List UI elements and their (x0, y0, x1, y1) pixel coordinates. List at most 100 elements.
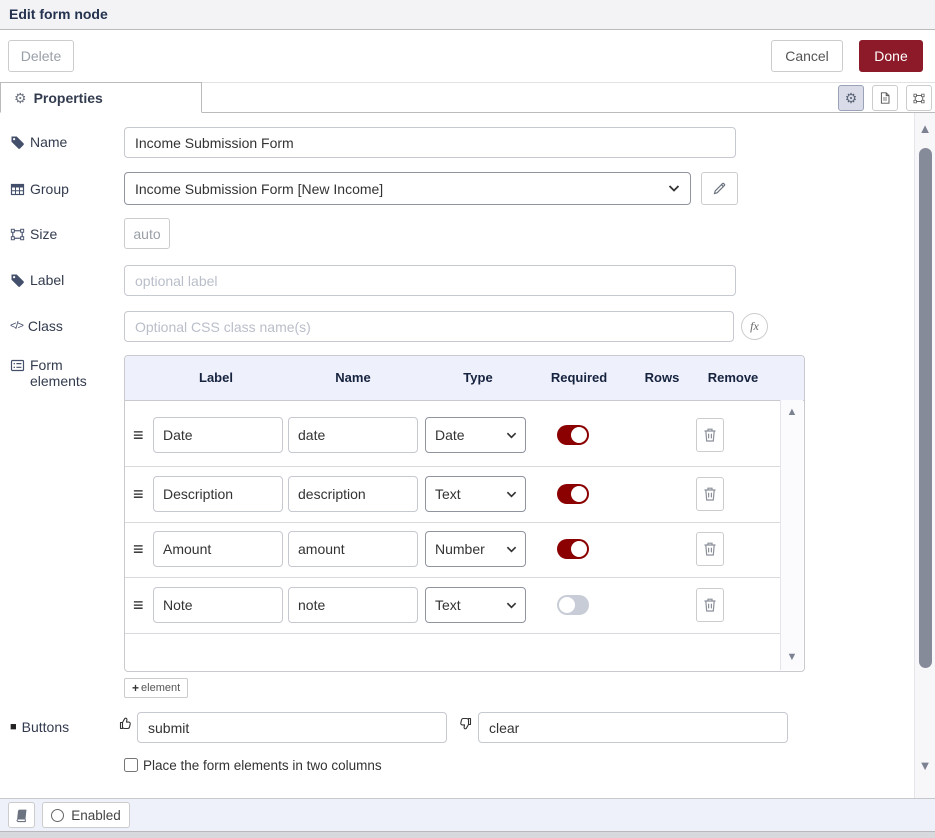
two-columns-label: Place the form elements in two columns (143, 758, 382, 773)
chevron-down-icon (506, 546, 517, 553)
properties-panel-button[interactable]: ⚙ (838, 85, 864, 111)
name-field-label: Name (10, 134, 67, 150)
file-icon (879, 90, 891, 106)
background-strip (0, 832, 935, 838)
row-divider (125, 466, 781, 467)
tag-icon (10, 135, 25, 150)
drag-handle-icon[interactable]: ≡ (133, 540, 144, 558)
book-icon (15, 808, 28, 823)
add-element-button[interactable]: + element (124, 678, 188, 698)
remove-row-button[interactable] (696, 477, 724, 511)
element-name-input[interactable] (288, 476, 418, 512)
done-button[interactable]: Done (859, 40, 923, 72)
drag-handle-icon[interactable]: ≡ (133, 485, 144, 503)
fx-icon: fx (750, 319, 759, 334)
enabled-toggle-button[interactable]: Enabled (42, 802, 130, 828)
element-name-input[interactable] (288, 417, 418, 453)
row-divider (125, 522, 781, 523)
remove-row-button[interactable] (696, 418, 724, 452)
scrollbar-thumb[interactable] (919, 148, 932, 668)
required-toggle[interactable] (557, 484, 589, 504)
element-type-select[interactable]: Text (425, 476, 526, 512)
size-field-label: Size (10, 226, 57, 242)
scroll-up-icon[interactable]: ▲ (919, 122, 932, 135)
remove-row-button[interactable] (696, 588, 724, 622)
scroll-up-icon[interactable]: ▲ (787, 407, 798, 418)
object-group-icon (913, 91, 925, 106)
table-scrollbar[interactable]: ▲ ▼ (780, 400, 803, 670)
two-columns-checkbox[interactable] (124, 758, 138, 772)
name-input[interactable] (124, 127, 736, 158)
thumbs-down-icon (457, 716, 472, 731)
element-name-input[interactable] (288, 531, 418, 567)
dialog-header: Edit form node (0, 0, 935, 30)
code-icon: </> (10, 320, 23, 332)
drag-handle-icon[interactable]: ≡ (133, 596, 144, 614)
chevron-down-icon (506, 432, 517, 439)
element-label-input[interactable] (153, 587, 283, 623)
required-toggle[interactable] (557, 595, 589, 615)
list-alt-icon (10, 358, 25, 373)
row-divider (125, 577, 781, 578)
edit-group-button[interactable] (701, 172, 738, 205)
column-header-remove: Remove (708, 370, 759, 385)
element-name-input[interactable] (288, 587, 418, 623)
form-elements-label: Form elements (10, 357, 110, 389)
class-input[interactable] (124, 311, 734, 342)
object-group-icon (10, 227, 25, 242)
thumbs-up-icon (119, 716, 134, 731)
enabled-radio-icon (51, 809, 64, 822)
buttons-field-label: ■ Buttons (10, 719, 69, 735)
scroll-down-icon[interactable]: ▼ (787, 652, 798, 663)
scroll-down-icon[interactable]: ▼ (919, 759, 932, 772)
tag-icon (10, 273, 25, 288)
chevron-down-icon (506, 602, 517, 609)
fx-expression-button[interactable]: fx (741, 313, 768, 340)
form-elements-table: Label Name Type Required Rows Remove ≡ D… (124, 355, 805, 672)
node-help-button[interactable] (8, 802, 35, 828)
trash-icon (703, 597, 717, 613)
element-type-select[interactable]: Text (425, 587, 526, 623)
element-label-input[interactable] (153, 476, 283, 512)
plus-icon: + (132, 681, 139, 695)
required-toggle[interactable] (557, 539, 589, 559)
drag-handle-icon[interactable]: ≡ (133, 426, 144, 444)
label-input[interactable] (124, 265, 736, 296)
gear-icon: ⚙ (845, 90, 858, 107)
table-icon (10, 182, 25, 197)
dialog-title: Edit form node (9, 6, 108, 22)
required-toggle[interactable] (557, 425, 589, 445)
column-header-name: Name (335, 370, 370, 385)
gear-icon: ⚙ (14, 91, 27, 105)
element-type-select[interactable]: Number (425, 531, 526, 567)
group-field-label: Group (10, 181, 69, 197)
column-header-type: Type (463, 370, 492, 385)
label-field-label: Label (10, 272, 64, 288)
submit-button-text-input[interactable] (137, 712, 447, 743)
trash-icon (703, 486, 717, 502)
dialog-scrollbar[interactable]: ▲ ▼ (914, 113, 935, 798)
element-type-select[interactable]: Date (425, 417, 526, 453)
element-label-input[interactable] (153, 531, 283, 567)
trash-icon (703, 427, 717, 443)
table-header: Label Name Type Required Rows Remove (125, 356, 804, 401)
element-label-input[interactable] (153, 417, 283, 453)
remove-row-button[interactable] (696, 532, 724, 566)
cancel-button[interactable]: Cancel (771, 40, 843, 72)
pencil-icon (712, 181, 727, 196)
column-header-rows: Rows (645, 370, 680, 385)
tab-properties[interactable]: ⚙ Properties (0, 82, 202, 113)
column-header-required: Required (551, 370, 607, 385)
class-field-label: </> Class (10, 318, 63, 334)
tab-properties-label: Properties (34, 90, 103, 106)
square-icon: ■ (10, 721, 17, 733)
chevron-down-icon (668, 185, 680, 192)
appearance-panel-button[interactable] (906, 85, 932, 111)
group-select[interactable]: Income Submission Form [New Income] (124, 172, 691, 205)
clear-button-text-input[interactable] (478, 712, 788, 743)
row-divider (125, 633, 781, 634)
column-header-label: Label (199, 370, 233, 385)
size-button[interactable]: auto (124, 218, 170, 249)
delete-button[interactable]: Delete (8, 40, 74, 72)
description-panel-button[interactable] (872, 85, 898, 111)
